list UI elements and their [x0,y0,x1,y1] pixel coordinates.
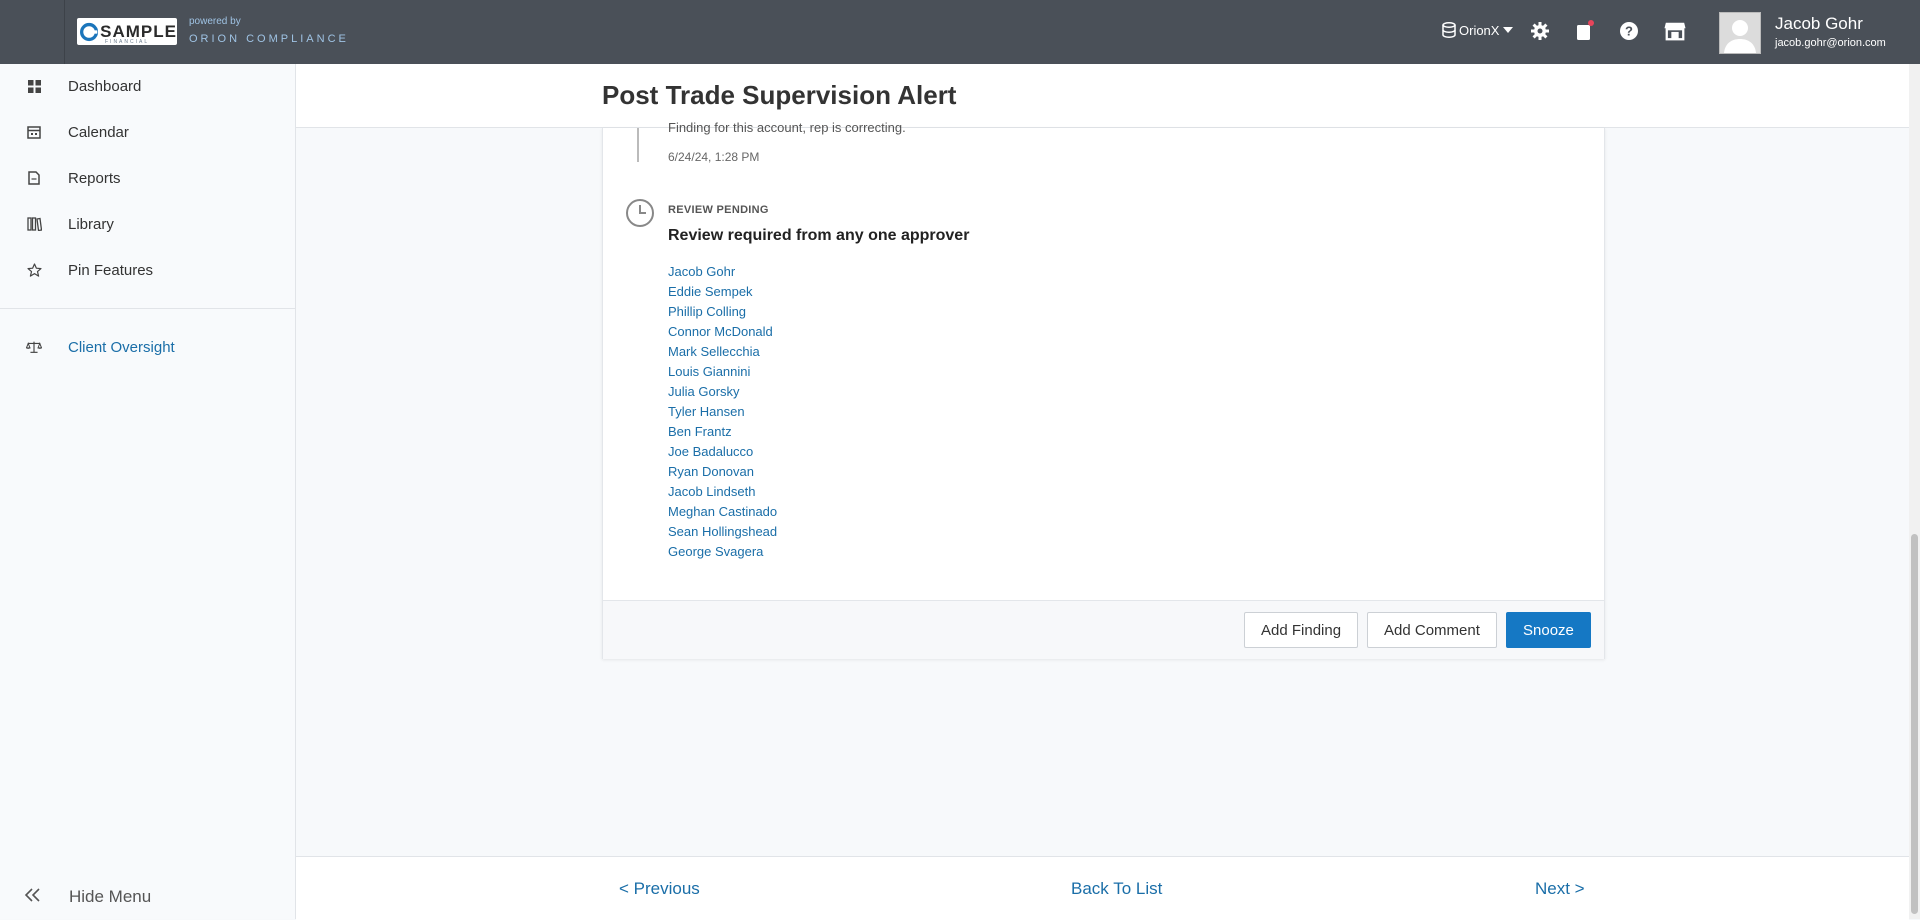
previous-comment-timestamp: 6/24/24, 1:28 PM [668,150,760,164]
approver-link[interactable]: Meghan Castinado [668,502,777,522]
sidebar-item-library[interactable]: Library [0,204,295,244]
snooze-button[interactable]: Snooze [1506,612,1591,648]
help-button[interactable]: ? [1618,20,1640,42]
timeline-line [637,128,639,162]
star-icon [26,262,42,278]
review-title: Review required from any one approver [668,227,970,244]
pager-bar: < Previous Back To List Next > [296,856,1909,920]
powered-by-label: powered by [189,16,241,27]
settings-button[interactable] [1529,20,1551,42]
approver-link[interactable]: Mark Sellecchia [668,342,777,362]
approver-link[interactable]: George Svagera [668,542,777,562]
add-finding-button[interactable]: Add Finding [1244,612,1359,648]
previous-link[interactable]: < Previous [619,879,700,899]
sidebar-item-label: Dashboard [68,77,142,95]
caret-down-icon [1503,27,1514,33]
database-icon [1442,22,1456,38]
user-silhouette-icon [1724,20,1756,53]
hide-menu-label: Hide Menu [69,887,152,906]
svg-text:?: ? [1625,24,1633,39]
database-selector[interactable]: OrionX [1442,22,1514,38]
approver-link[interactable]: Ryan Donovan [668,462,777,482]
database-label: OrionX [1459,22,1500,38]
calendar-icon [26,124,42,140]
logo-subtext: FINANCIAL [105,39,150,45]
reports-icon [26,170,42,186]
approver-link[interactable]: Tyler Hansen [668,402,777,422]
add-comment-button[interactable]: Add Comment [1367,612,1497,648]
sidebar-item-label: Client Oversight [68,338,175,356]
library-icon [26,216,42,232]
page-header: Post Trade Supervision Alert [296,64,1920,128]
approver-link[interactable]: Eddie Sempek [668,282,777,302]
gear-icon [1531,22,1549,40]
notifications-button[interactable] [1574,20,1596,42]
clipboard-icon [1577,20,1594,40]
brand-label: ORION COMPLIANCE [189,33,349,45]
store-icon [1664,22,1686,41]
page-title: Post Trade Supervision Alert [602,80,957,110]
logo-mark-icon [80,22,99,41]
approver-link[interactable]: Connor McDonald [668,322,777,342]
approver-link[interactable]: Ben Frantz [668,422,777,442]
help-icon: ? [1620,22,1638,40]
top-bar-left-gutter [0,0,65,64]
page-scrollbar[interactable] [1909,64,1920,919]
sidebar-item-dashboard[interactable]: Dashboard [0,66,295,106]
approver-link[interactable]: Jacob Gohr [668,262,777,282]
approver-link[interactable]: Joe Badalucco [668,442,777,462]
top-bar: SAMPLE FINANCIAL powered by ORION COMPLI… [0,0,1920,64]
next-link[interactable]: Next > [1535,879,1585,899]
approver-link[interactable]: Louis Giannini [668,362,777,382]
company-logo[interactable]: SAMPLE FINANCIAL [77,18,177,45]
review-status-label: REVIEW PENDING [668,204,769,216]
sidebar-item-reports[interactable]: Reports [0,158,295,198]
hide-menu-button[interactable]: Hide Menu [0,877,295,917]
approver-link[interactable]: Phillip Colling [668,302,777,322]
clock-icon [626,199,654,227]
sidebar-item-pin-features[interactable]: Pin Features [0,250,295,290]
approver-link[interactable]: Jacob Lindseth [668,482,777,502]
avatar[interactable] [1719,12,1761,54]
dashboard-icon [26,78,42,94]
sidebar-item-label: Library [68,215,114,233]
alert-detail-card: Finding for this account, rep is correct… [602,120,1605,659]
sidebar-item-calendar[interactable]: Calendar [0,112,295,152]
approver-link[interactable]: Julia Gorsky [668,382,777,402]
sidebar-item-label: Reports [68,169,121,187]
user-name[interactable]: Jacob Gohr [1775,14,1863,34]
back-to-list-link[interactable]: Back To List [1071,879,1162,899]
scrollbar-thumb[interactable] [1911,534,1918,914]
sidebar-item-label: Pin Features [68,261,154,279]
approver-list: Jacob Gohr Eddie Sempek Phillip Colling … [668,262,777,562]
store-button[interactable] [1664,20,1686,42]
card-footer: Add Finding Add Comment Snooze [603,600,1604,659]
previous-comment-text: Finding for this account, rep is correct… [668,120,906,135]
sidebar: Dashboard Calendar Reports Library Pin F… [0,64,296,919]
user-email: jacob.gohr@orion.com [1775,37,1886,49]
approver-link[interactable]: Sean Hollingshead [668,522,777,542]
sidebar-item-label: Calendar [68,123,129,141]
double-chevron-left-icon [24,887,42,907]
sidebar-divider [0,308,295,309]
scale-icon [26,339,42,355]
sidebar-item-client-oversight[interactable]: Client Oversight [0,327,295,367]
